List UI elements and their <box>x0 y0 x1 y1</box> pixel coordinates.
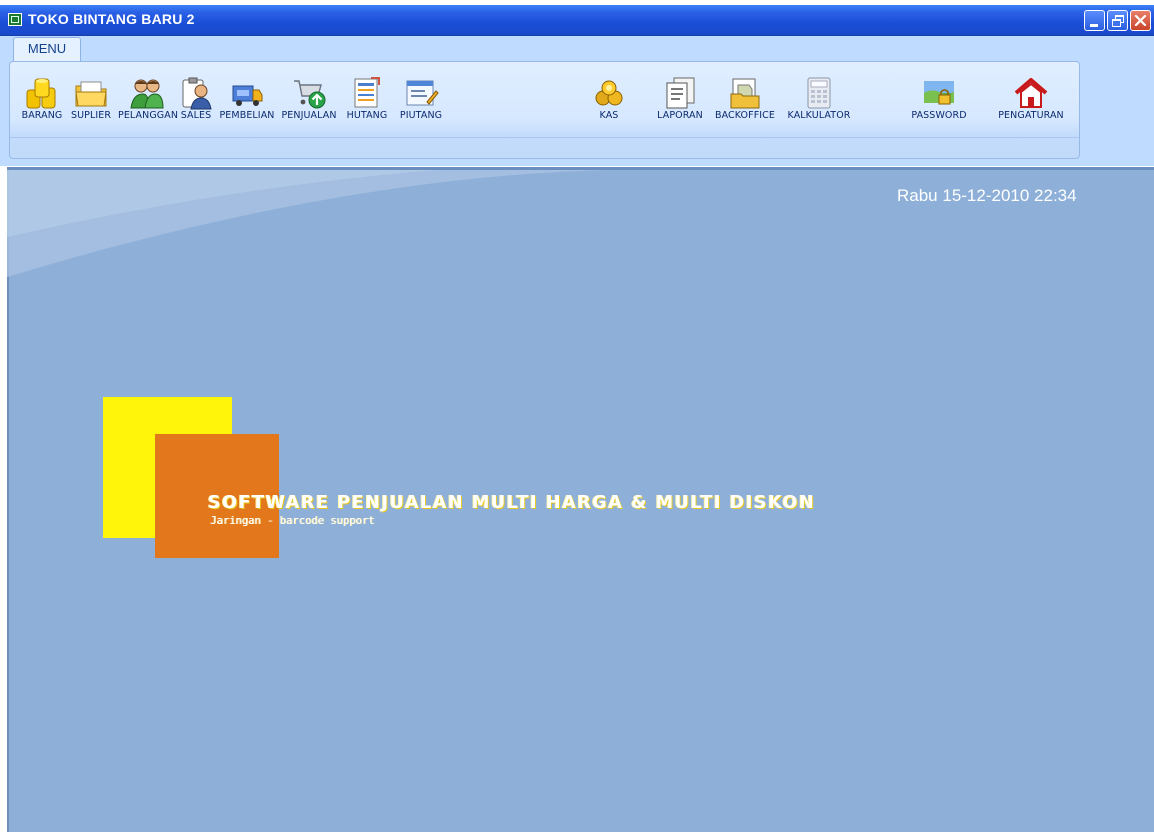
minimize-icon <box>1090 24 1098 27</box>
kas-button[interactable]: KAS <box>591 76 627 124</box>
password-button[interactable]: PASSWORD <box>904 76 974 124</box>
ribbon: MENU BARANG SUPLIER PELANGGAN SALES PEMB… <box>0 36 1154 166</box>
sales-label: SALES <box>180 110 212 121</box>
piutang-label: PIUTANG <box>399 110 443 121</box>
subline-text: Jaringan - barcode support <box>210 515 375 527</box>
sales-button[interactable]: SALES <box>176 76 216 124</box>
shopping-cart-icon <box>294 80 326 109</box>
kalkulator-button[interactable]: KALKULATOR <box>783 76 855 124</box>
calculator-icon <box>807 77 831 109</box>
folder-icon <box>75 81 107 107</box>
app-icon[interactable] <box>8 13 22 26</box>
date-time-display: Rabu 15-12-2010 22:34 <box>897 186 1077 205</box>
pembelian-label: PEMBELIAN <box>219 110 275 121</box>
form-edit-icon <box>406 80 439 106</box>
coin-stack-icon <box>26 78 56 109</box>
report-icon <box>666 77 695 109</box>
coins-icon <box>595 80 623 106</box>
minimize-button[interactable] <box>1084 10 1105 31</box>
penjualan-button[interactable]: PENJUALAN <box>277 76 341 124</box>
hutang-label: HUTANG <box>346 110 388 121</box>
home-icon <box>1014 78 1048 108</box>
piutang-button[interactable]: PIUTANG <box>394 76 448 124</box>
barang-label: BARANG <box>21 110 63 121</box>
password-label: PASSWORD <box>911 110 967 121</box>
suplier-button[interactable]: SUPLIER <box>66 76 116 124</box>
title-bar[interactable]: TOKO BINTANG BARU 2 <box>0 5 1154 36</box>
kalkulator-label: KALKULATOR <box>787 110 851 121</box>
background-swoosh <box>7 170 607 277</box>
ledger-icon <box>354 77 380 108</box>
pembelian-button[interactable]: PEMBELIAN <box>217 76 277 124</box>
barang-button[interactable]: BARANG <box>20 76 64 124</box>
pelanggan-label: PELANGGAN <box>118 110 179 121</box>
suplier-label: SUPLIER <box>70 110 112 121</box>
document-folder-icon <box>730 78 760 109</box>
close-icon <box>1134 14 1147 27</box>
restore-icon <box>1112 19 1121 27</box>
kas-label: KAS <box>599 110 619 121</box>
headline-text: SOFTWARE PENJUALAN MULTI HARGA & MULTI D… <box>208 493 816 513</box>
laporan-label: LAPORAN <box>657 110 703 121</box>
delivery-truck-icon <box>232 85 263 106</box>
hutang-button[interactable]: HUTANG <box>341 76 393 124</box>
restore-button[interactable] <box>1107 10 1128 31</box>
pengaturan-label: PENGATURAN <box>998 110 1064 121</box>
close-button[interactable] <box>1130 10 1151 31</box>
pengaturan-button[interactable]: PENGATURAN <box>984 76 1078 124</box>
penjualan-label: PENJUALAN <box>281 110 337 121</box>
pelanggan-button[interactable]: PELANGGAN <box>118 76 179 124</box>
backoffice-label: BACKOFFICE <box>714 110 776 121</box>
people-icon <box>130 79 164 109</box>
window-title: TOKO BINTANG BARU 2 <box>28 11 195 27</box>
laporan-button[interactable]: LAPORAN <box>653 76 707 124</box>
main-client-area: Rabu 15-12-2010 22:34 SOFTWARE PENJUALAN… <box>7 167 1154 832</box>
tab-menu[interactable]: MENU <box>13 37 81 61</box>
salesperson-clipboard-icon <box>182 77 212 110</box>
backoffice-button[interactable]: BACKOFFICE <box>711 76 779 124</box>
password-lock-icon <box>924 81 954 105</box>
